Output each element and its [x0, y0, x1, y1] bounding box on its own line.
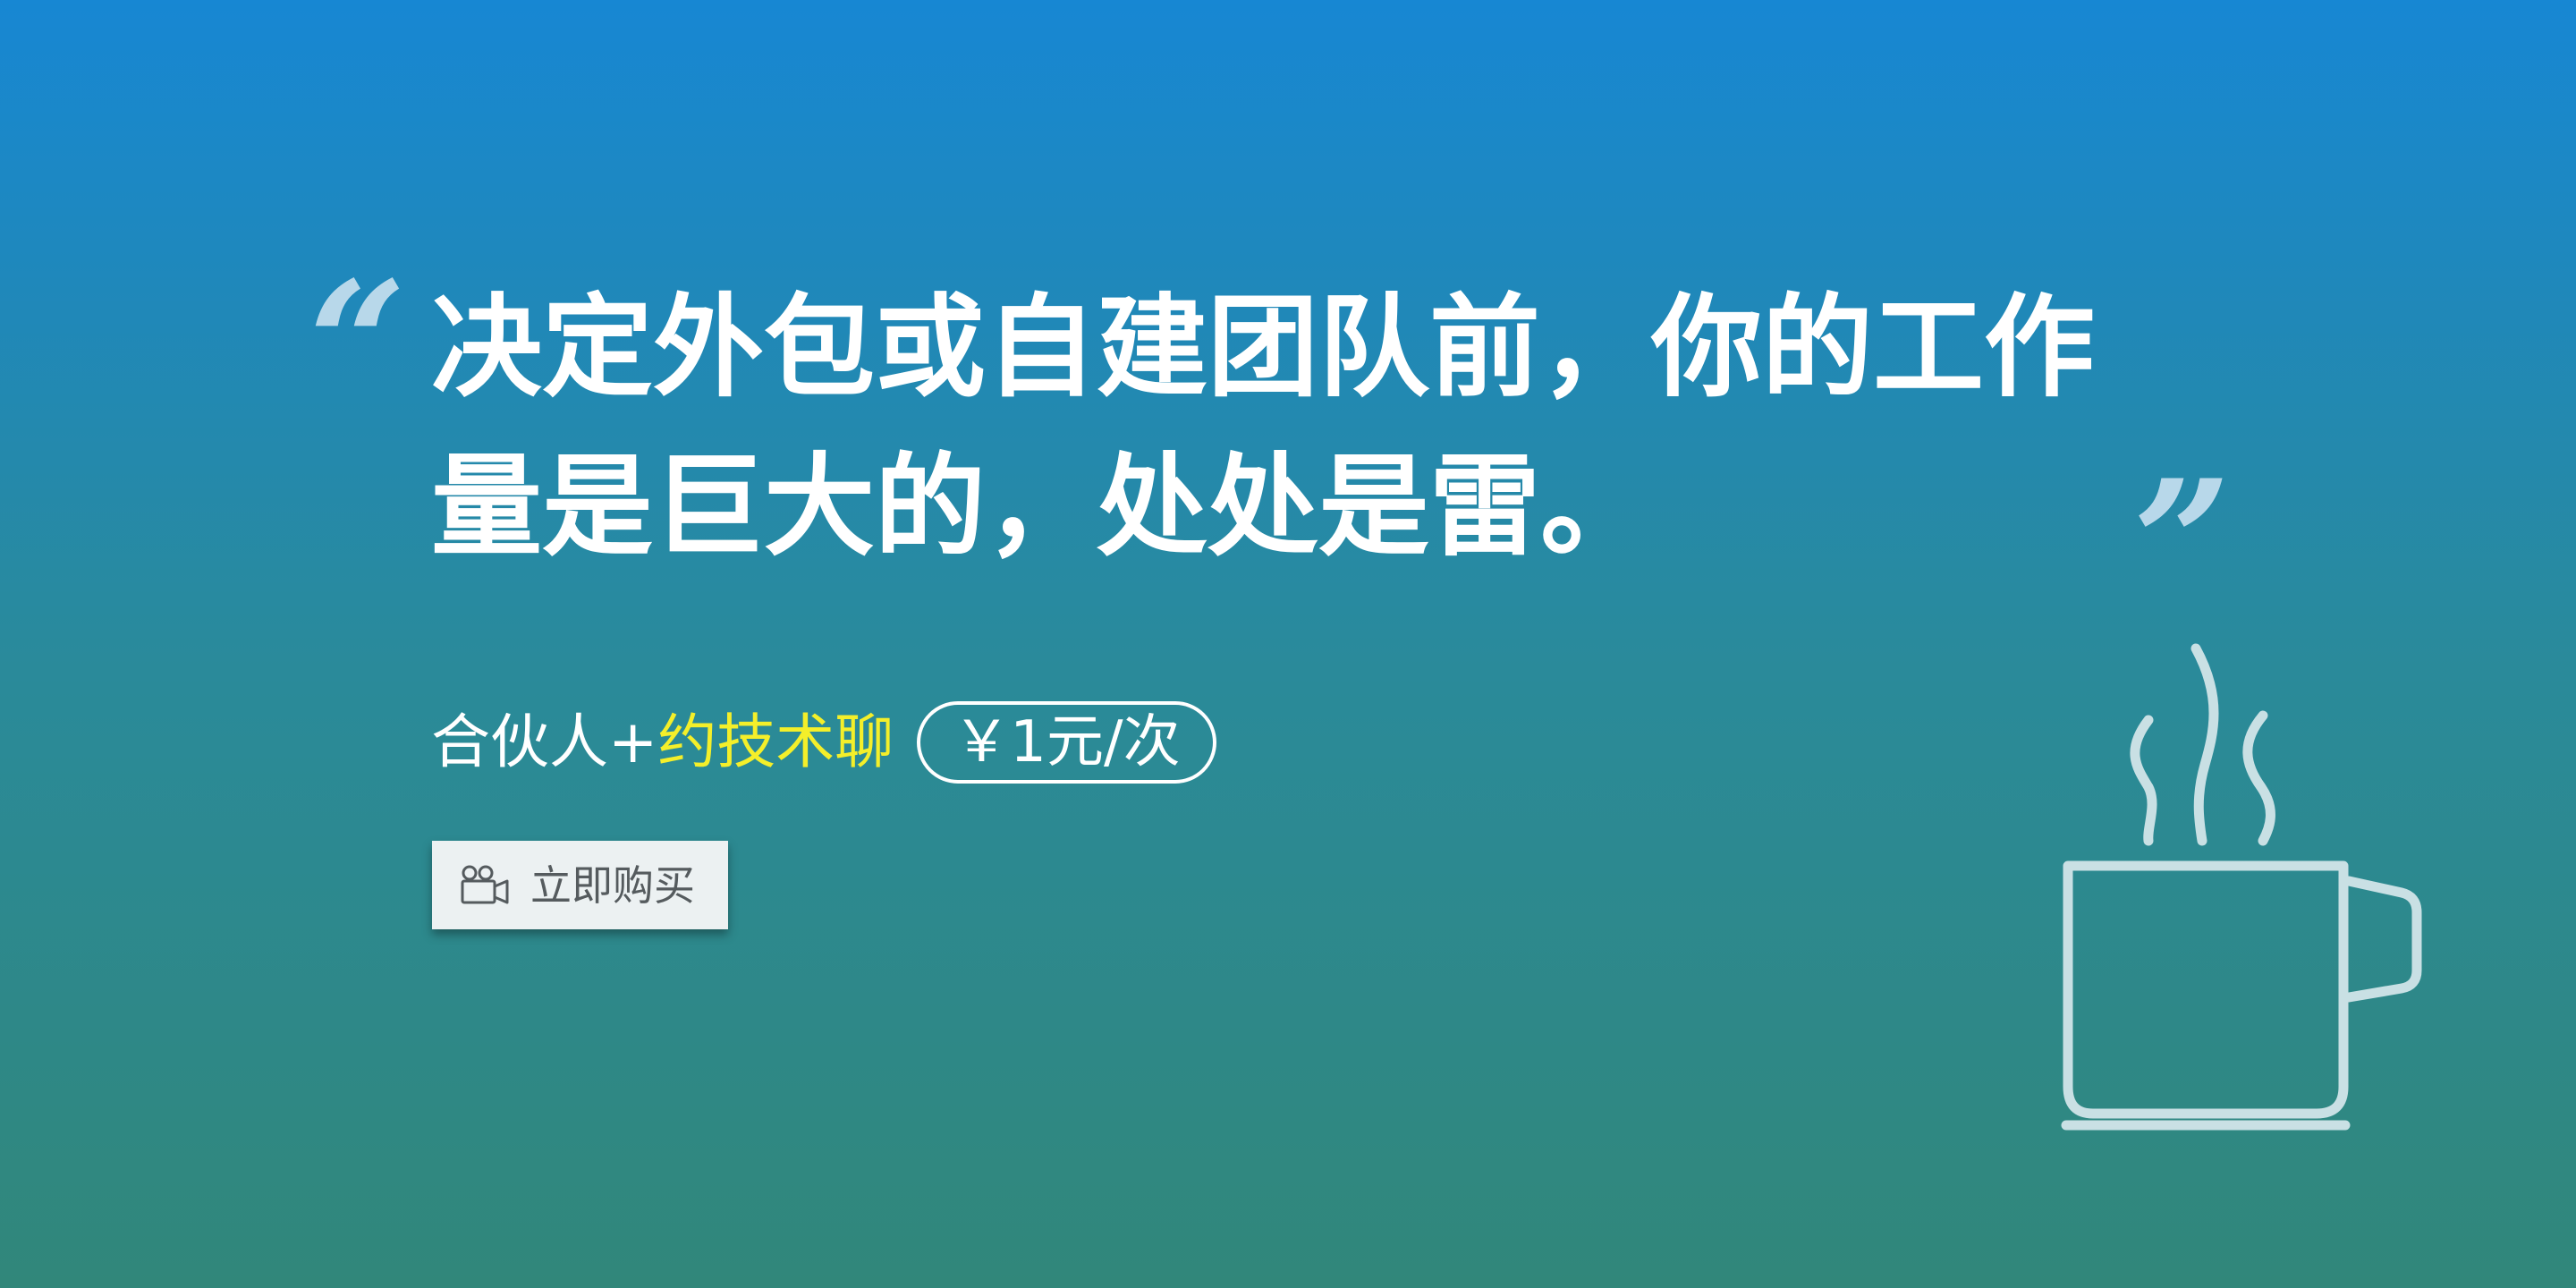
- headline-line-1: 决定外包或自建团队前，你的工作: [431, 284, 2096, 412]
- headline: 决定外包或自建团队前，你的工作 量是巨大的，处处是雷。: [431, 268, 2220, 587]
- headline-line-2: 量是巨大的，处处是雷。: [431, 443, 1652, 572]
- promo-lead-text: 合伙人+: [431, 708, 658, 776]
- open-quote-mark: “: [309, 244, 406, 444]
- buy-now-button[interactable]: 立即购买: [432, 841, 728, 929]
- buy-now-label: 立即购买: [530, 860, 695, 910]
- promo-banner: “ 决定外包或自建团队前，你的工作 量是巨大的，处处是雷。 ” 合伙人+ 约技术…: [0, 0, 2576, 1288]
- price-badge: ￥1元/次: [917, 701, 1216, 784]
- close-quote-mark: ”: [2133, 443, 2231, 642]
- coffee-cup-icon: [2048, 635, 2442, 1145]
- promo-row: 合伙人+ 约技术聊 ￥1元/次: [431, 696, 1216, 789]
- promo-highlight-text: 约技术聊: [657, 708, 894, 776]
- video-camera-icon: [459, 863, 513, 908]
